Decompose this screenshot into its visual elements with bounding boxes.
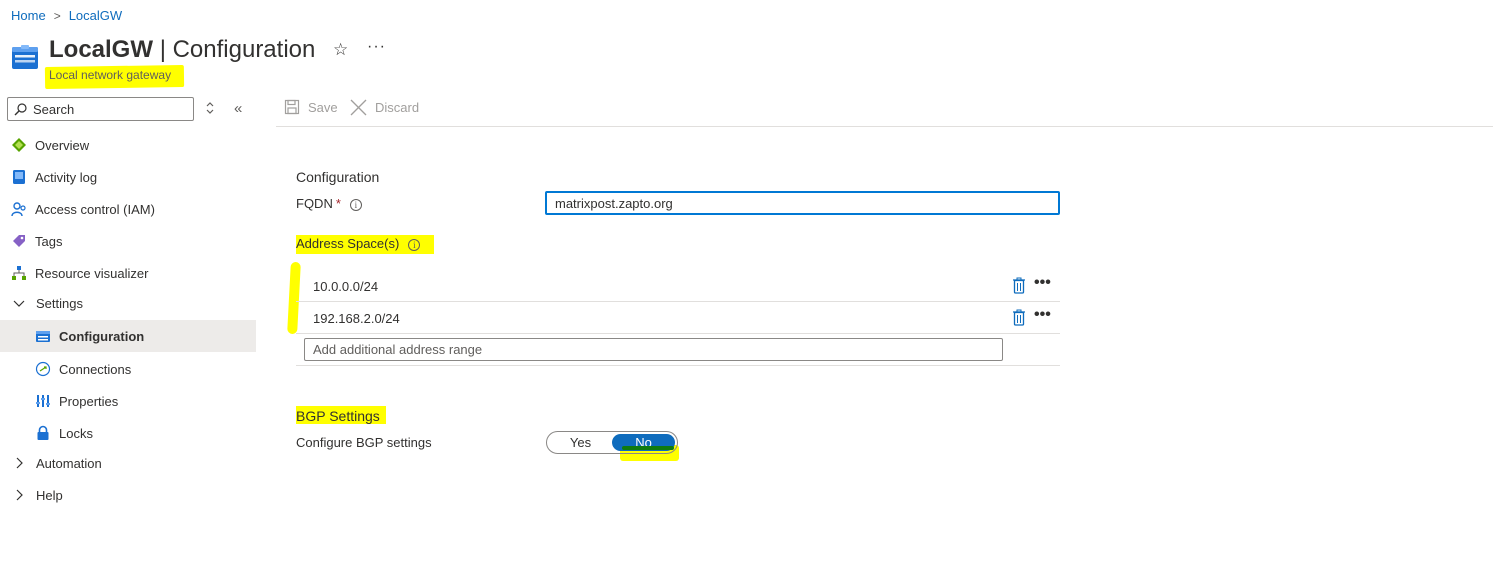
page-name: Configuration (172, 36, 316, 63)
sidebar-item-tags[interactable]: Tags (0, 225, 256, 257)
address-range-value: 10.0.0.0/24 (313, 279, 379, 294)
highlight-marker (622, 446, 674, 450)
address-range-value: 192.168.2.0/24 (313, 311, 400, 326)
save-button[interactable]: Save (284, 99, 338, 115)
sidebar-item-label: Activity log (35, 169, 98, 185)
sidebar-item-label: Connections (59, 361, 132, 377)
sidebar-item-label: Help (36, 487, 63, 503)
collapse-sidebar-icon[interactable]: « (234, 100, 242, 117)
iam-icon (11, 201, 27, 217)
breadcrumb: Home > LocalGW (11, 8, 122, 23)
trash-icon[interactable] (1012, 277, 1026, 294)
sidebar-item-label: Configuration (59, 328, 145, 344)
sidebar-group-help[interactable]: Help (0, 479, 256, 511)
bgp-label: Configure BGP settings (296, 435, 432, 450)
info-icon[interactable]: i (349, 198, 362, 211)
fqdn-label-text: FQDN (296, 196, 333, 211)
resource-name: LocalGW (49, 36, 154, 63)
sidebar-item-locks[interactable]: Locks (0, 417, 256, 449)
title-separator: | (159, 36, 166, 63)
divider (296, 365, 1060, 366)
sidebar-item-label: Overview (35, 137, 90, 153)
bgp-toggle[interactable]: Yes No (546, 431, 678, 454)
properties-icon (35, 393, 51, 409)
ellipsis-icon[interactable]: ••• (1034, 306, 1051, 324)
sidebar-item-label: Properties (59, 393, 119, 409)
sidebar-item-label: Resource visualizer (35, 265, 149, 281)
sidebar-item-access-control[interactable]: Access control (IAM) (0, 193, 256, 225)
gateway-icon (35, 328, 51, 344)
sidebar-item-configuration[interactable]: Configuration (0, 320, 256, 352)
sidebar-item-activity-log[interactable]: Activity log (0, 161, 256, 193)
connections-icon (35, 361, 51, 377)
fqdn-input[interactable] (545, 191, 1060, 215)
search-input[interactable] (33, 101, 183, 117)
address-space-label: Address Space(s) i (296, 236, 421, 251)
table-row: 192.168.2.0/24 ••• (296, 302, 1060, 334)
discard-label: Discard (375, 100, 420, 115)
info-icon[interactable]: i (408, 238, 421, 251)
bgp-option-yes[interactable]: Yes (549, 434, 612, 451)
sidebar-item-label: Access control (IAM) (35, 201, 155, 217)
sidebar-group-automation[interactable]: Automation (0, 447, 256, 479)
chevron-right-icon: > (53, 8, 61, 23)
breadcrumb-home-link[interactable]: Home (11, 8, 46, 23)
ellipsis-icon[interactable]: ••• (1034, 274, 1051, 292)
star-icon[interactable]: ☆ (333, 40, 348, 60)
fqdn-label: FQDN * i (296, 196, 362, 211)
overview-icon (11, 137, 27, 153)
table-row: 10.0.0.0/24 ••• (296, 270, 1060, 302)
sidebar-group-settings[interactable]: Settings (0, 287, 256, 319)
section-title-bgp: BGP Settings (296, 408, 380, 424)
visualizer-icon (11, 265, 27, 281)
search-box[interactable] (7, 97, 194, 121)
section-title-configuration: Configuration (296, 169, 380, 185)
chevron-down-icon (13, 300, 25, 307)
save-icon (284, 99, 300, 115)
trash-icon[interactable] (1012, 309, 1026, 326)
toolbar-divider (276, 126, 1493, 127)
sidebar-item-resource-visualizer[interactable]: Resource visualizer (0, 257, 256, 289)
sidebar-item-connections[interactable]: Connections (0, 353, 256, 385)
activity-log-icon (11, 169, 27, 185)
sidebar-item-properties[interactable]: Properties (0, 385, 256, 417)
sort-icon[interactable] (205, 101, 215, 115)
sidebar-item-label: Automation (36, 455, 102, 471)
add-address-range-input[interactable] (304, 338, 1003, 361)
local-network-gateway-icon (12, 45, 38, 69)
sidebar-item-label: Tags (35, 233, 63, 249)
discard-button[interactable]: Discard (350, 99, 419, 116)
sidebar-item-overview[interactable]: Overview (0, 129, 256, 161)
page-subtitle: Local network gateway (49, 68, 172, 82)
chevron-right-icon (16, 489, 23, 501)
sidebar-item-label: Settings (36, 295, 83, 311)
page-title: LocalGW | Configuration (49, 36, 315, 64)
save-label: Save (308, 99, 338, 115)
lock-icon (35, 425, 51, 441)
required-mark: * (335, 196, 341, 211)
ellipsis-icon[interactable]: ··· (367, 38, 386, 56)
chevron-right-icon (16, 457, 23, 469)
breadcrumb-resource-link[interactable]: LocalGW (69, 8, 122, 23)
tag-icon (11, 233, 27, 249)
close-icon (350, 99, 367, 116)
search-icon (14, 102, 27, 115)
sidebar-item-label: Locks (59, 425, 93, 441)
address-space-label-text: Address Space(s) (296, 236, 400, 251)
